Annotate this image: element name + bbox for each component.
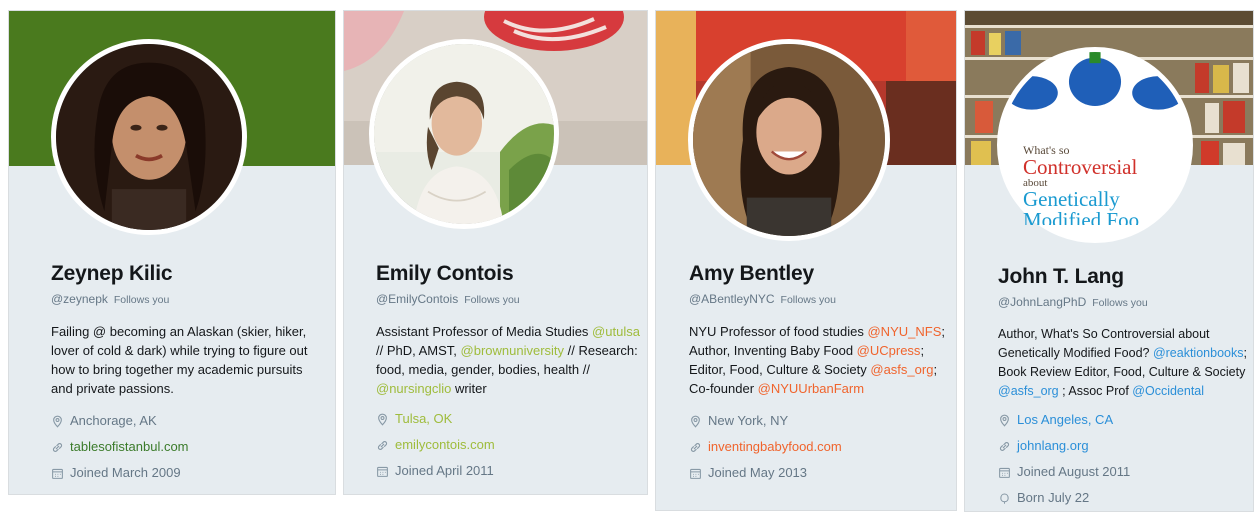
profile-card-amy: Amy Bentley @ABentleyNYC Follows you NYU … xyxy=(655,10,957,511)
link-icon xyxy=(689,441,702,454)
profile-joined: Joined March 2009 xyxy=(51,460,323,486)
bio-mention-link[interactable]: @reaktionbooks xyxy=(1153,346,1244,360)
profile-bio: Failing @ becoming an Alaskan (skier, hi… xyxy=(51,322,323,398)
location-pin-icon xyxy=(998,414,1011,427)
profile-meta: Tulsa, OK emilycontois.com Joined April … xyxy=(376,406,647,484)
location-text: New York, NY xyxy=(708,413,789,428)
bio-mention-link[interactable]: @utulsa xyxy=(592,324,640,339)
profile-handle-row: @EmilyContois Follows you xyxy=(376,291,647,308)
follows-you-badge: Follows you xyxy=(1092,297,1148,309)
website-link[interactable]: inventingbabyfood.com xyxy=(708,434,842,460)
book-title-line-4: Genetically xyxy=(1023,187,1120,211)
joined-text: Joined April 2011 xyxy=(395,463,494,478)
profile-handle[interactable]: @zeynepk xyxy=(51,292,108,306)
location-pin-icon xyxy=(689,415,702,428)
book-title-line-5: Modified Foo xyxy=(1023,210,1140,225)
bio-text: ; Assoc Prof xyxy=(1058,384,1133,398)
bio-text: writer xyxy=(451,381,487,396)
profile-location[interactable]: Los Angeles, CA xyxy=(998,407,1250,433)
bio-mention-link[interactable]: @NYUUrbanFarm xyxy=(758,381,864,396)
website-link[interactable]: emilycontois.com xyxy=(395,432,495,458)
calendar-icon xyxy=(51,467,64,480)
profile-website[interactable]: tablesofistanbul.com xyxy=(51,434,323,460)
profile-handle-row: @JohnLangPhD Follows you xyxy=(998,294,1250,311)
profile-meta: New York, NY inventingbabyfood.com Joine… xyxy=(689,408,951,486)
profile-location: Anchorage, AK xyxy=(51,408,323,434)
bio-mention-link[interactable]: @NYU_NFS xyxy=(867,324,941,339)
birthday-icon xyxy=(998,492,1011,505)
bio-mention-link[interactable]: @UCpress xyxy=(857,343,921,358)
profile-name[interactable]: Zeynep Kilic xyxy=(51,261,323,287)
bio-mention-link[interactable]: @asfs_org xyxy=(998,384,1059,398)
follows-you-badge: Follows you xyxy=(113,294,170,306)
profile-handle[interactable]: @JohnLangPhD xyxy=(998,295,1086,309)
profile-joined: Joined April 2011 xyxy=(376,458,647,484)
profile-location: New York, NY xyxy=(689,408,951,434)
joined-text: Joined May 2013 xyxy=(708,465,808,480)
link-icon xyxy=(51,441,64,454)
bio-text: Assistant Professor of Media Studies xyxy=(376,324,593,339)
book-cover-text: What's so Controversial about Geneticall… xyxy=(1023,144,1193,225)
profile-website[interactable]: inventingbabyfood.com xyxy=(689,434,951,460)
follows-you-badge: Follows you xyxy=(464,294,520,306)
profile-meta: Anchorage, AK tablesofistanbul.com Joine… xyxy=(51,408,323,486)
profile-name[interactable]: John T. Lang xyxy=(998,264,1250,290)
bio-mention-link[interactable]: @brownuniversity xyxy=(461,343,565,358)
profile-website[interactable]: emilycontois.com xyxy=(376,432,647,458)
location-link[interactable]: Los Angeles, CA xyxy=(1017,407,1113,433)
profile-handle[interactable]: @EmilyContois xyxy=(376,292,458,306)
bio-text: NYU Professor of food studies xyxy=(689,324,868,339)
profile-meta: Los Angeles, CA johnlang.org Joined Augu… xyxy=(998,407,1250,511)
profile-info: Amy Bentley @ABentleyNYC Follows you NYU … xyxy=(689,261,951,486)
link-icon xyxy=(376,439,389,452)
profile-name[interactable]: Emily Contois xyxy=(376,261,647,287)
profile-bio: Author, What's So Controversial about Ge… xyxy=(998,325,1250,401)
calendar-icon xyxy=(689,467,702,480)
joined-text: Joined August 2011 xyxy=(1017,464,1131,479)
bio-text: // PhD, AMST, xyxy=(376,343,461,358)
profile-birthday: Born July 22 xyxy=(998,485,1250,511)
website-link[interactable]: johnlang.org xyxy=(1017,433,1089,459)
bio-mention-link[interactable]: @nursingclio xyxy=(376,381,451,396)
profile-website[interactable]: johnlang.org xyxy=(998,433,1250,459)
website-link[interactable]: tablesofistanbul.com xyxy=(70,434,189,460)
profile-bio: NYU Professor of food studies @NYU_NFS; … xyxy=(689,322,951,398)
bio-mention-link[interactable]: @asfs_org xyxy=(870,362,933,377)
book-title-line-2: Controversial xyxy=(1023,155,1138,179)
location-link[interactable]: Tulsa, OK xyxy=(395,406,452,432)
birthday-text: Born July 22 xyxy=(1017,490,1090,505)
profile-handle[interactable]: @ABentleyNYC xyxy=(689,292,775,306)
profile-joined: Joined August 2011 xyxy=(998,459,1250,485)
profile-avatar[interactable] xyxy=(369,39,559,229)
bio-text: Failing @ becoming an Alaskan (skier, hi… xyxy=(51,324,308,396)
profile-card-emily: Emily Contois @EmilyContois Follows you A… xyxy=(343,10,648,495)
profile-joined: Joined May 2013 xyxy=(689,460,951,486)
calendar-icon xyxy=(998,466,1011,479)
bio-mention-link[interactable]: @Occidental xyxy=(1132,384,1204,398)
profile-handle-row: @ABentleyNYC Follows you xyxy=(689,291,951,308)
profile-card-john: What's so Controversial about Geneticall… xyxy=(964,10,1254,512)
profile-bio: Assistant Professor of Media Studies @ut… xyxy=(376,322,647,398)
follows-you-badge: Follows you xyxy=(780,294,836,306)
profile-name[interactable]: Amy Bentley xyxy=(689,261,951,287)
link-icon xyxy=(998,440,1011,453)
profile-handle-row: @zeynepk Follows you xyxy=(51,291,323,308)
profile-location[interactable]: Tulsa, OK xyxy=(376,406,647,432)
location-pin-icon xyxy=(376,413,389,426)
location-pin-icon xyxy=(51,415,64,428)
location-text: Anchorage, AK xyxy=(70,413,157,428)
profile-avatar[interactable] xyxy=(51,39,247,235)
joined-text: Joined March 2009 xyxy=(70,465,181,480)
profile-avatar[interactable] xyxy=(688,39,890,241)
profile-info: Zeynep Kilic @zeynepk Follows you Failing… xyxy=(51,261,323,486)
profile-info: Emily Contois @EmilyContois Follows you A… xyxy=(376,261,647,484)
calendar-icon xyxy=(376,465,389,478)
profile-card-zeynep: Zeynep Kilic @zeynepk Follows you Failing… xyxy=(8,10,336,495)
profile-info: John T. Lang @JohnLangPhD Follows you Aut… xyxy=(998,264,1250,511)
